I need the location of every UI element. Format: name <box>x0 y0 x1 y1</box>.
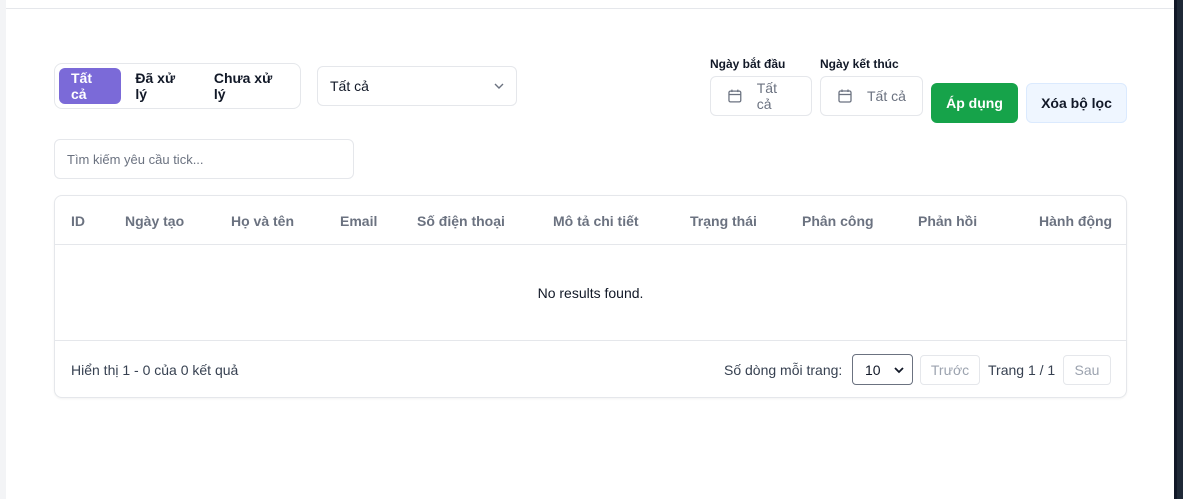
column-header-full-name[interactable]: Họ và tên <box>231 213 294 229</box>
start-date-input[interactable]: Tất cả <box>710 76 812 116</box>
clear-filters-button[interactable]: Xóa bộ lọc <box>1026 83 1127 123</box>
start-date-filter: Ngày bắt đầu Tất cả <box>710 57 812 116</box>
tab-unprocessed[interactable]: Chưa xử lý <box>202 68 296 104</box>
empty-state: No results found. <box>55 245 1126 341</box>
end-date-input[interactable]: Tất cả <box>820 76 923 116</box>
chevron-down-icon <box>494 83 504 89</box>
end-date-label: Ngày kết thúc <box>820 57 899 71</box>
tab-all[interactable]: Tất cả <box>59 68 122 104</box>
column-header-created-date[interactable]: Ngày tạo <box>125 213 184 229</box>
end-date-value: Tất cả <box>867 88 906 104</box>
results-summary: Hiển thị 1 - 0 của 0 kết quả <box>71 362 239 378</box>
rows-per-page-select[interactable]: 10 <box>852 354 913 385</box>
rows-per-page-label: Số dòng mỗi trang: <box>724 362 843 378</box>
tab-processed[interactable]: Đã xử lý <box>123 68 199 104</box>
rows-per-page-value: 10 <box>865 361 881 378</box>
start-date-value: Tất cả <box>756 80 777 112</box>
table-footer: Hiển thị 1 - 0 của 0 kết quả Số dòng mỗi… <box>55 342 1126 398</box>
table-header: ID Ngày tạo Họ và tên Email Số điện thoạ… <box>55 196 1126 245</box>
column-header-response[interactable]: Phản hồi <box>918 213 977 229</box>
search-input[interactable] <box>67 151 341 167</box>
calendar-icon <box>838 89 852 103</box>
empty-state-text: No results found. <box>537 284 644 301</box>
calendar-icon <box>728 89 742 103</box>
next-page-button[interactable]: Sau <box>1063 355 1111 385</box>
page: Tất cả Đã xử lý Chưa xử lý Tất cả Ngày b… <box>6 0 1174 499</box>
status-select[interactable]: Tất cả <box>317 66 517 106</box>
status-tabs: Tất cả Đã xử lý Chưa xử lý <box>54 63 301 109</box>
chevron-down-icon <box>894 366 904 373</box>
column-header-id[interactable]: ID <box>71 213 85 229</box>
column-header-email[interactable]: Email <box>340 213 377 229</box>
column-header-description[interactable]: Mô tả chi tiết <box>553 213 639 229</box>
page-indicator: Trang 1 / 1 <box>988 362 1056 378</box>
apply-button[interactable]: Áp dụng <box>931 83 1018 123</box>
column-header-actions[interactable]: Hành động <box>1039 213 1112 229</box>
search-box <box>54 139 354 179</box>
window-edge <box>1174 0 1183 499</box>
tickets-table: ID Ngày tạo Họ và tên Email Số điện thoạ… <box>54 195 1127 398</box>
column-header-assignment[interactable]: Phân công <box>802 213 874 229</box>
status-select-value: Tất cả <box>330 78 369 94</box>
top-divider <box>6 8 1174 9</box>
column-header-status[interactable]: Trạng thái <box>690 213 757 229</box>
start-date-label: Ngày bắt đầu <box>710 57 786 71</box>
previous-page-button[interactable]: Trước <box>920 355 980 385</box>
column-header-phone[interactable]: Số điện thoại <box>417 213 505 229</box>
end-date-filter: Ngày kết thúc Tất cả <box>820 57 923 116</box>
